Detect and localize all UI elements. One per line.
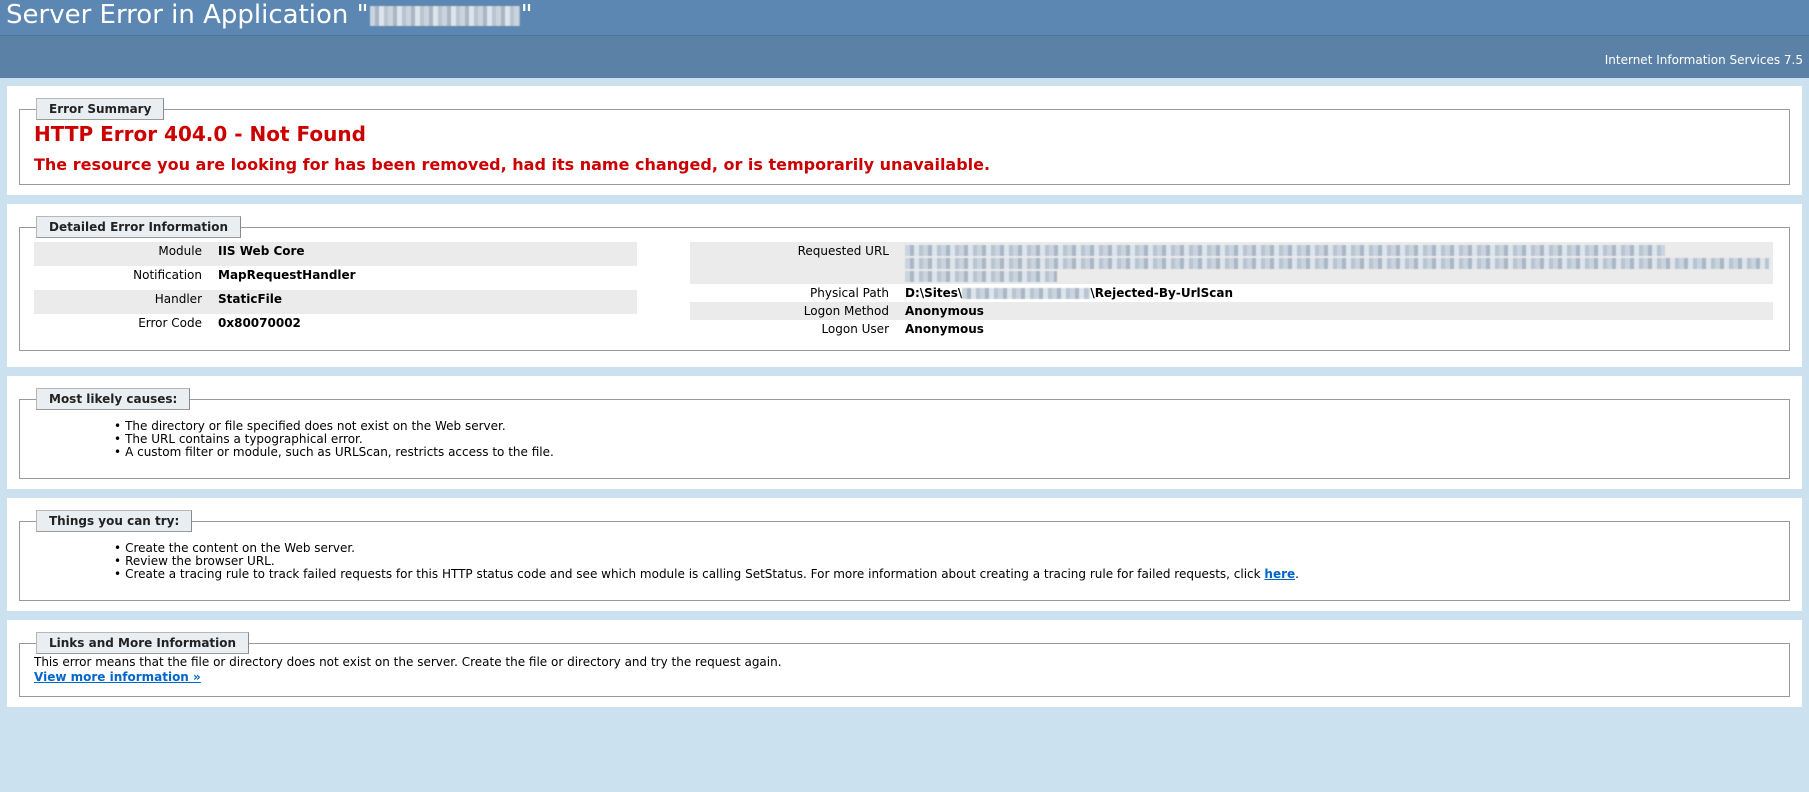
table-row: Physical Path D:\Sites\ \Rejected-By-UrlS… [690, 284, 1773, 302]
title-prefix: Server Error in Application " [6, 0, 369, 30]
error-summary-legend: Error Summary [36, 98, 165, 120]
redacted-url-line-1 [905, 245, 1665, 256]
tracing-rule-end: . [1295, 567, 1299, 581]
error-code-key: Error Code [138, 316, 202, 330]
tracing-rule-text: Create a tracing rule to track failed re… [125, 567, 1265, 581]
redacted-app-name [369, 5, 520, 26]
handler-key: Handler [34, 290, 214, 314]
error-message: The resource you are looking for has bee… [34, 155, 991, 174]
links-fieldset: Links and More Information This error me… [19, 632, 1790, 697]
server-name: Internet Information Services 7.5 [1604, 53, 1803, 67]
causes-section: Most likely causes: The directory or fil… [7, 376, 1802, 489]
table-row: Module IIS Web Core [34, 242, 637, 266]
table-row: Requested URL [690, 242, 1773, 284]
list-item: Create a tracing rule to track failed re… [114, 568, 1773, 581]
links-description: This error means that the file or direct… [34, 655, 782, 669]
error-code-value: 0x80070002 [218, 316, 301, 330]
detail-table-right: Requested URL Physical Path D:\Sites\ \Re… [690, 242, 1773, 338]
logon-method-value: Anonymous [901, 302, 1773, 320]
redacted-path-segment [962, 288, 1091, 299]
view-more-information-link[interactable]: View more information » [34, 670, 201, 684]
error-summary-fieldset: Error Summary HTTP Error 404.0 - Not Fou… [19, 98, 1790, 185]
try-legend: Things you can try: [36, 510, 193, 532]
server-banner: Internet Information Services 7.5 [0, 36, 1809, 78]
page-header: Server Error in Application " " [0, 0, 1809, 36]
try-list: Create the content on the Web server. Re… [34, 532, 1773, 581]
causes-list: The directory or file specified does not… [34, 410, 1773, 459]
try-fieldset: Things you can try: Create the content o… [19, 510, 1790, 601]
links-legend: Links and More Information [36, 632, 250, 654]
page-title: Server Error in Application " " [6, 0, 1809, 30]
logon-user-key: Logon User [821, 322, 889, 336]
tracing-rule-link[interactable]: here [1264, 567, 1295, 581]
title-suffix: " [520, 0, 533, 30]
detail-table-left: Module IIS Web Core Notification MapRequ… [34, 242, 637, 338]
physical-path-key: Physical Path [810, 286, 889, 300]
links-section: Links and More Information This error me… [7, 620, 1802, 707]
causes-legend: Most likely causes: [36, 388, 191, 410]
redacted-url-line-3 [905, 271, 1057, 282]
table-row: Logon Method Anonymous [690, 302, 1773, 320]
logon-user-value: Anonymous [905, 322, 984, 336]
notification-value: MapRequestHandler [218, 268, 356, 282]
detailed-error-legend: Detailed Error Information [36, 216, 242, 238]
list-item: A custom filter or module, such as URLSc… [114, 446, 1773, 459]
error-summary-section: Error Summary HTTP Error 404.0 - Not Fou… [7, 86, 1802, 195]
physical-path-suffix: \Rejected-By-UrlScan [1090, 286, 1234, 300]
error-title: HTTP Error 404.0 - Not Found [34, 122, 366, 146]
causes-fieldset: Most likely causes: The directory or fil… [19, 388, 1790, 479]
table-row: Logon User Anonymous [690, 320, 1773, 338]
detailed-error-section: Detailed Error Information Module IIS We… [7, 204, 1802, 367]
module-key: Module [34, 242, 214, 266]
requested-url-value [901, 242, 1773, 284]
redacted-url-line-2 [905, 258, 1769, 269]
content: Error Summary HTTP Error 404.0 - Not Fou… [0, 78, 1809, 707]
notification-key: Notification [133, 268, 202, 282]
physical-path-value: D:\Sites\ \Rejected-By-UrlScan [901, 284, 1773, 302]
detailed-error-fieldset: Detailed Error Information Module IIS We… [19, 216, 1790, 351]
table-row: Notification MapRequestHandler [34, 266, 637, 290]
physical-path-prefix: D:\Sites\ [905, 286, 963, 300]
logon-method-key: Logon Method [690, 302, 901, 320]
list-item: Create the content on the Web server. [114, 542, 1773, 555]
try-section: Things you can try: Create the content o… [7, 498, 1802, 611]
table-row: Handler StaticFile [34, 290, 637, 314]
requested-url-key: Requested URL [690, 242, 901, 284]
table-row: Error Code 0x80070002 [34, 314, 637, 338]
module-value: IIS Web Core [214, 242, 637, 266]
handler-value: StaticFile [214, 290, 637, 314]
